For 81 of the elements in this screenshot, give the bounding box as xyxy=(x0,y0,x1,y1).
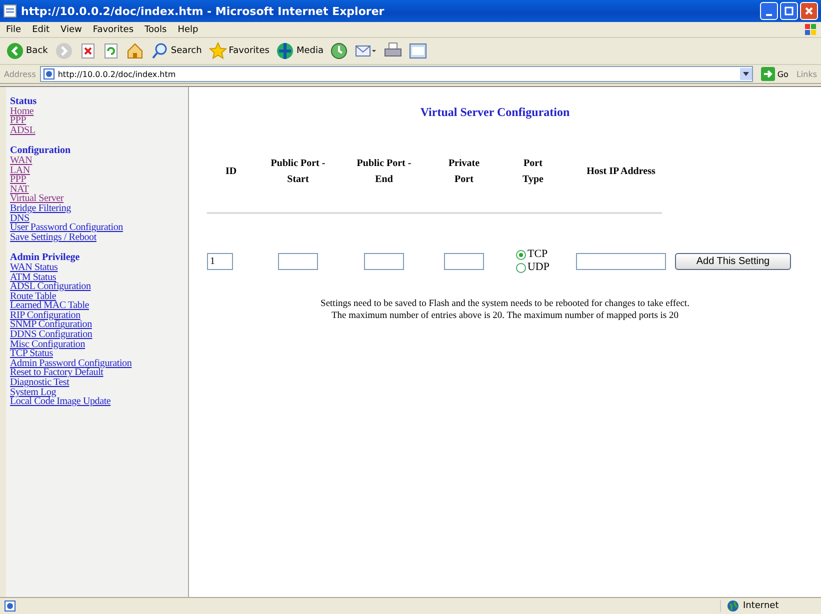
nav-link[interactable]: PPP xyxy=(10,175,26,185)
menu-item[interactable]: File xyxy=(6,24,22,34)
nav-link[interactable]: Misc Configuration xyxy=(10,340,86,350)
nav-link[interactable]: DNS xyxy=(10,214,30,224)
maximize-button[interactable] xyxy=(780,2,798,20)
star-icon xyxy=(208,42,227,60)
note-text: The maximum number of entries above is 20. The maximum number of mapped ports is 20 xyxy=(331,310,679,322)
nav-link[interactable]: WAN xyxy=(10,156,32,166)
nav-link[interactable]: RIP Configuration xyxy=(10,310,80,320)
nav-link[interactable]: Reset to Factory Default xyxy=(10,368,104,378)
radio-option[interactable]: TCP xyxy=(516,248,550,261)
nav-link[interactable]: LAN xyxy=(10,166,30,176)
globe-icon xyxy=(276,42,294,60)
nav-link[interactable]: Home xyxy=(10,106,34,116)
column-header: Private Port xyxy=(448,157,480,187)
dropdown-icon[interactable] xyxy=(740,68,752,80)
back-button[interactable]: Back xyxy=(4,41,50,61)
close-icon xyxy=(804,6,814,16)
menu-item[interactable]: Edit xyxy=(32,24,50,34)
minimize-icon xyxy=(766,14,772,16)
nav-link[interactable]: ADSL Configuration xyxy=(10,282,91,292)
globe-icon xyxy=(727,600,739,612)
menu-item[interactable]: Favorites xyxy=(92,24,134,34)
note-text: Settings need to be saved to Flash and the system needs to be rebooted for changes to take effect. xyxy=(320,298,690,310)
close-button[interactable] xyxy=(800,2,818,20)
page-icon xyxy=(4,600,16,612)
nav-link[interactable]: SNMP Configuration xyxy=(10,320,92,330)
port-field[interactable] xyxy=(444,252,484,270)
add-button[interactable]: Add This Setting xyxy=(675,252,791,270)
nav-link[interactable]: Learned MAC Table xyxy=(10,301,90,311)
menu-item[interactable]: Help xyxy=(178,24,198,34)
column-header: ID xyxy=(225,165,237,179)
section-heading: Status xyxy=(10,97,37,107)
page-title: Virtual Server Configuration xyxy=(420,105,570,120)
section-heading: Configuration xyxy=(10,146,71,156)
nav-link[interactable]: Admin Password Configuration xyxy=(10,358,132,368)
nav-link[interactable]: Virtual Server xyxy=(10,194,64,204)
address-field[interactable]: http://10.0.0.2/doc/index.htm xyxy=(40,66,754,82)
nav-link[interactable]: PPP xyxy=(10,116,26,126)
window-title: http://10.0.0.2/doc/index.htm - Microsoft Internet Explorer xyxy=(21,4,386,18)
nav-link[interactable]: Diagnostic Test xyxy=(10,378,70,388)
nav-link[interactable]: WAN Status xyxy=(10,262,58,272)
nav-link[interactable]: Route Table xyxy=(10,292,56,302)
windows-logo-icon xyxy=(804,22,818,36)
menu-item[interactable]: Tools xyxy=(144,24,167,34)
nav-link[interactable]: Local Code Image Update xyxy=(10,397,111,407)
nav-link[interactable]: TCP Status xyxy=(10,349,53,359)
page-icon xyxy=(42,68,55,80)
menu-item[interactable]: View xyxy=(60,24,82,34)
column-header: Public Port - Start xyxy=(270,157,326,187)
search-button[interactable]: Search xyxy=(148,41,204,61)
column-header: Port Type xyxy=(522,157,544,187)
column-header: Public Port - End xyxy=(356,157,412,187)
id-field[interactable]: 1 xyxy=(207,252,233,270)
nav-link[interactable]: DDNS Configuration xyxy=(10,330,92,340)
radio-button[interactable] xyxy=(516,262,526,272)
radio-button[interactable] xyxy=(516,250,526,260)
nav-link[interactable]: ADSL xyxy=(10,126,36,136)
ip-field[interactable] xyxy=(576,252,666,270)
page-icon xyxy=(3,4,17,18)
media-button[interactable]: Media xyxy=(274,41,326,61)
edit-button[interactable] xyxy=(407,41,430,61)
favorites-button[interactable]: Favorites xyxy=(206,41,272,61)
section-heading: Admin Privilege xyxy=(10,253,80,263)
address-label: Address xyxy=(4,70,36,78)
nav-link[interactable]: NAT xyxy=(10,184,29,194)
port-field[interactable] xyxy=(364,252,404,270)
zone-label: Internet xyxy=(743,601,779,611)
nav-link[interactable]: System Log xyxy=(10,388,56,398)
arrow-icon xyxy=(761,67,776,81)
go-button[interactable]: Go xyxy=(757,67,792,81)
column-header: Host IP Address xyxy=(586,165,656,179)
nav-link[interactable]: Save Settings / Reboot xyxy=(10,232,96,242)
maximize-icon xyxy=(784,6,794,16)
nav-link[interactable]: User Password Configuration xyxy=(10,223,123,233)
search-icon xyxy=(150,42,169,60)
radio-option[interactable]: UDP xyxy=(516,261,550,274)
nav-link[interactable]: ATM Status xyxy=(10,272,56,282)
port-field[interactable] xyxy=(278,252,318,270)
minimize-button[interactable] xyxy=(760,2,778,20)
nav-link[interactable]: Bridge Filtering xyxy=(10,204,71,214)
